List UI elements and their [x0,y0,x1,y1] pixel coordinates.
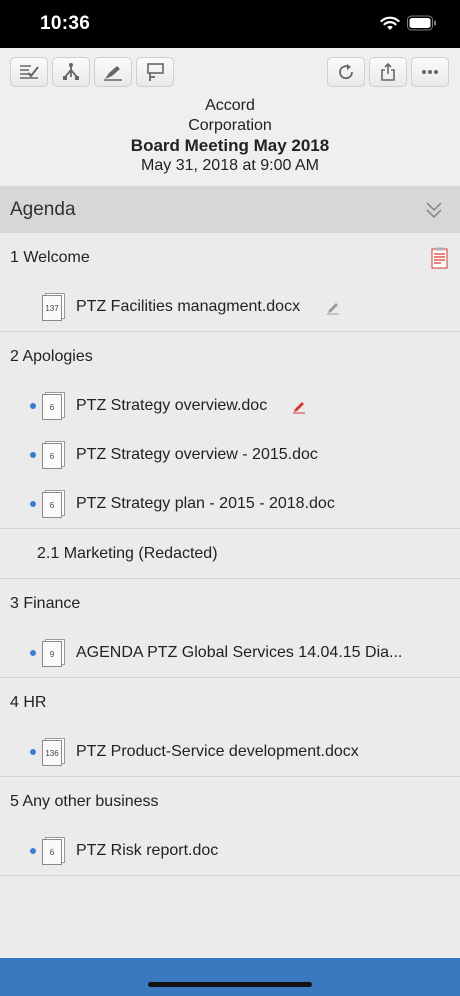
document-icon: 137 [42,293,66,322]
double-chevron-down-icon[interactable] [425,200,443,220]
document-icon: 9 [42,639,66,668]
agenda-item-section: 2 Apologies 6 PTZ Strategy overview.doc … [0,332,460,529]
pen-icon [104,66,122,81]
toolbar [0,48,460,96]
document-icon: 136 [42,738,66,767]
agenda-item[interactable]: 5 Any other business [0,777,460,826]
agenda-item-section: 4 HR 136 PTZ Product-Service development… [0,678,460,777]
document-row[interactable]: 6 PTZ Strategy overview.doc [0,381,460,430]
document-name: PTZ Product-Service development.docx [76,743,359,760]
agenda-item-section: 1 Welcome 137 PTZ Facilities managment.d… [0,233,460,332]
document-icon: 6 [42,392,66,421]
status-time: 10:36 [40,13,91,34]
pen-tool-button[interactable] [94,57,132,87]
organization-name-line1: Accord [205,97,255,114]
pencil-icon [327,303,339,315]
document-row[interactable]: 137 PTZ Facilities managment.docx [0,282,460,331]
share-icon [381,62,395,81]
agenda-item[interactable]: 4 HR [0,678,460,727]
agenda-item[interactable]: 3 Finance [0,579,460,628]
meeting-datetime: May 31, 2018 at 9:00 AM [141,157,319,174]
more-icon [422,70,438,74]
more-button[interactable] [411,57,449,87]
agenda-item-section: 5 Any other business 6 PTZ Risk report.d… [0,777,460,876]
status-bar: 10:36 [0,0,460,48]
document-icon: 6 [42,441,66,470]
presenter-button[interactable] [136,57,174,87]
notes-icon[interactable] [431,247,448,269]
page-count: 6 [42,394,62,420]
agenda-label: Agenda [10,199,76,220]
organization-name-line2: Corporation [188,117,272,134]
document-name: AGENDA PTZ Global Services 14.04.15 Dia.… [76,644,403,661]
red-pencil-icon [293,402,305,414]
annotations-toggle-button[interactable] [10,57,48,87]
agenda-subitem[interactable]: 2.1 Marketing (Redacted) [0,529,460,578]
document-row[interactable]: 6 PTZ Risk report.doc [0,826,460,875]
page-count: 6 [42,839,62,865]
page-count: 136 [42,740,62,766]
unread-dot [30,749,36,755]
unread-dot [30,403,36,409]
document-icon: 6 [42,837,66,866]
agenda-item[interactable]: 1 Welcome [0,233,460,282]
battery-icon [407,15,436,31]
agenda-item-section: 3 Finance 9 AGENDA PTZ Global Services 1… [0,579,460,678]
unread-dot [30,650,36,656]
refresh-icon [339,64,353,80]
agenda-item-title: 3 Finance [10,595,81,612]
agenda-section-header[interactable]: Agenda [0,186,460,233]
document-name: PTZ Strategy overview.doc [76,397,268,414]
refresh-button[interactable] [327,57,365,87]
document-row[interactable]: 6 PTZ Strategy plan - 2015 - 2018.doc [0,479,460,528]
agenda-item-title: 2 Apologies [10,348,93,365]
agenda-subitem-section: 2.1 Marketing (Redacted) [0,529,460,579]
hierarchy-icon [63,63,79,80]
document-row[interactable]: 9 AGENDA PTZ Global Services 14.04.15 Di… [0,628,460,677]
meeting-header: Accord Corporation Board Meeting May 201… [0,96,460,186]
agenda-list: 1 Welcome 137 PTZ Facilities managment.d… [0,233,460,876]
document-name: PTZ Risk report.doc [76,842,219,859]
hierarchy-button[interactable] [52,57,90,87]
meeting-title: Board Meeting May 2018 [130,136,330,155]
bottom-bar [0,958,460,996]
document-icon: 6 [42,490,66,519]
agenda-item-title: 4 HR [10,694,47,711]
page-count: 137 [42,295,62,321]
document-name: PTZ Strategy plan - 2015 - 2018.doc [76,495,335,512]
unread-dot [30,452,36,458]
agenda-item[interactable]: 2 Apologies [0,332,460,381]
agenda-subitem-title: 2.1 Marketing (Redacted) [37,545,218,562]
share-button[interactable] [369,57,407,87]
document-row[interactable]: 6 PTZ Strategy overview - 2015.doc [0,430,460,479]
agenda-item-title: 1 Welcome [10,249,90,266]
unread-dot [30,848,36,854]
page-count: 6 [42,492,62,518]
document-name: PTZ Facilities managment.docx [76,298,301,315]
page-count: 9 [42,641,62,667]
document-row[interactable]: 136 PTZ Product-Service development.docx [0,727,460,776]
wifi-icon [380,16,400,30]
presenter-icon [147,63,164,81]
home-indicator[interactable] [148,982,312,987]
annotations-icon [20,65,39,79]
page-count: 6 [42,443,62,469]
agenda-item-title: 5 Any other business [10,793,159,810]
document-name: PTZ Strategy overview - 2015.doc [76,446,318,463]
unread-dot [30,501,36,507]
